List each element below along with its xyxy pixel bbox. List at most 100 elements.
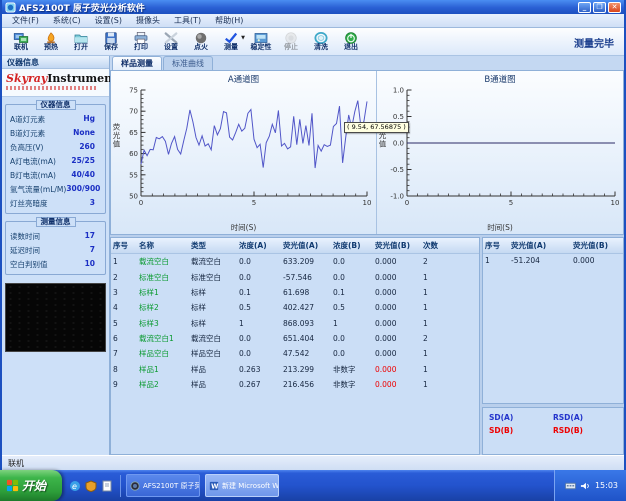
- cell-conc-b: 0.0: [331, 331, 373, 346]
- toolbar-button-打印[interactable]: 打印: [126, 29, 156, 55]
- brand-tagline: [6, 86, 98, 90]
- field-label: B道灯元素: [10, 128, 45, 139]
- minimize-button[interactable]: _: [578, 2, 591, 13]
- cell-type: 载流空白: [189, 331, 237, 346]
- instrument-info-group: 仪器信息 A道灯元素HgB道灯元素None负高压(V)260A灯电流(mA)25…: [5, 104, 106, 214]
- cell-fluor-b: 0.000: [373, 346, 421, 361]
- cell-conc-b: 0.1: [331, 285, 373, 300]
- cell-times: 1: [421, 377, 479, 392]
- field-label: 延迟时间: [10, 245, 40, 256]
- table-row[interactable]: 8样品1样品0.263213.299非数字0.0001: [111, 362, 479, 377]
- toolbar-button-label: 稳定性: [251, 44, 272, 51]
- svg-text:W: W: [211, 482, 219, 490]
- toolbar-button-打开[interactable]: 打开: [66, 29, 96, 55]
- app-window: AFS2100T 原子荧光分析软件 _ ❐ ✕ 文件(F)系统(C)设置(S)摄…: [0, 0, 626, 470]
- cell-conc-a: 0.267: [237, 377, 281, 392]
- table-row[interactable]: 9样品2样品0.267216.456非数字0.0001: [111, 377, 479, 392]
- table-row[interactable]: 2标准空白标准空白0.0-57.5460.00.0001: [111, 269, 479, 284]
- ie-icon[interactable]: e: [69, 480, 81, 492]
- charts-row: A通道图 荧光值 5055606570750510 时间(S) B通道图 荧光值…: [110, 70, 624, 235]
- cell-fluor-b: 0.000: [373, 254, 421, 270]
- menu-item[interactable]: 帮助(H): [209, 14, 249, 27]
- instrument-field: 氩气流量(mL/M)300/900: [9, 182, 102, 196]
- cell-type: 标样: [189, 300, 237, 315]
- cell-no: 7: [111, 346, 137, 361]
- sidebar-caption: 仪器信息: [2, 56, 109, 69]
- toolbar-button-设置[interactable]: 设置: [156, 29, 186, 55]
- status-bar: 联机: [2, 455, 624, 470]
- cell-fluor-a: 402.427: [281, 300, 331, 315]
- measure-state-text: 测量完毕: [574, 35, 614, 50]
- table-row[interactable]: 6载流空白1载流空白0.0651.4040.00.0002: [111, 331, 479, 346]
- results-column-header: 荧光值(B): [373, 238, 421, 254]
- taskbar-task-button[interactable]: AFS2100T 原子荧光: [126, 474, 200, 497]
- field-label: B灯电流(mA): [10, 170, 56, 181]
- toolbar-button-label: 保存: [104, 44, 118, 51]
- toolbar-button-清洗[interactable]: 清洗: [306, 29, 336, 55]
- table-row[interactable]: 7样品空白样品空白0.047.5420.00.0001: [111, 346, 479, 361]
- menu-bar: 文件(F)系统(C)设置(S)摄像头工具(T)帮助(H): [2, 14, 624, 28]
- toolbar-button-联机[interactable]: 联机: [6, 29, 36, 55]
- menu-item[interactable]: 工具(T): [168, 14, 207, 27]
- toolbar-button-label: 设置: [164, 44, 178, 51]
- field-value: 17: [85, 231, 101, 242]
- table-row[interactable]: 1载流空白载流空白0.0633.2090.00.0002: [111, 254, 479, 270]
- document-icon[interactable]: [101, 480, 113, 492]
- close-button[interactable]: ✕: [608, 2, 621, 13]
- maximize-button[interactable]: ❐: [593, 2, 606, 13]
- cell-type: 载流空白: [189, 254, 237, 270]
- taskbar-task-button[interactable]: W新建 Microsoft W...: [205, 474, 279, 497]
- menu-item[interactable]: 系统(C): [47, 14, 87, 27]
- cell-conc-a: 0.0: [237, 331, 281, 346]
- chart-b-xlabel: 时间(S): [377, 222, 623, 233]
- menu-item[interactable]: 文件(F): [6, 14, 45, 27]
- field-value: 3: [90, 198, 101, 209]
- tab-样品测量[interactable]: 样品测量: [112, 56, 162, 70]
- chart-b-plot: -1.0-0.50.00.51.00510: [377, 84, 623, 222]
- toolbar-button-点火[interactable]: 点火: [186, 29, 216, 55]
- menu-item[interactable]: 设置(S): [89, 14, 128, 27]
- cell-no: 9: [111, 377, 137, 392]
- cell-type: 标样: [189, 285, 237, 300]
- toolbar-button-稳定性[interactable]: 稳定性: [246, 29, 276, 55]
- table-row[interactable]: 5标样3标样1868.09310.0001: [111, 316, 479, 331]
- toolbar-button-预热[interactable]: 预热: [36, 29, 66, 55]
- cell-conc-b: 0.5: [331, 300, 373, 315]
- cell-fluor-b: 0.000: [373, 285, 421, 300]
- measure-field: 延迟时间7: [9, 243, 102, 257]
- cell-fluor-b: 0.000: [373, 331, 421, 346]
- shield-icon[interactable]: [85, 480, 97, 492]
- cell-type: 样品空白: [189, 346, 237, 361]
- toolbar-button-label: 停止: [284, 44, 298, 51]
- speaker-icon[interactable]: [580, 481, 591, 491]
- keyboard-icon[interactable]: [565, 481, 576, 491]
- toolbar-button-测量[interactable]: ▼测量: [216, 29, 246, 55]
- data-point-tooltip: ( 9.54, 67.56875 ): [344, 122, 409, 133]
- toolbar-button-退出[interactable]: 退出: [336, 29, 366, 55]
- chart-channel-b: B通道图 荧光值 -1.0-0.50.00.51.00510 时间(S): [377, 71, 623, 234]
- cell-name: 样品1: [137, 362, 189, 377]
- stat-SD(A): SD(A): [489, 413, 553, 426]
- stat-RSD(A): RSD(A): [553, 413, 617, 426]
- toolbar-button-label: 点火: [194, 44, 208, 51]
- svg-text:1.0: 1.0: [393, 87, 404, 95]
- tab-标准曲线[interactable]: 标准曲线: [163, 56, 213, 70]
- toolbar-button-label: 打开: [74, 44, 88, 51]
- main-content: 样品测量标准曲线 A通道图 荧光值 5055606570750510 时间(S)…: [110, 56, 624, 455]
- cell-times: 1: [421, 285, 479, 300]
- channel-row[interactable]: 1-51.2040.000: [483, 254, 623, 268]
- svg-text:55: 55: [129, 171, 138, 179]
- cell-no: 4: [111, 300, 137, 315]
- chart-a-title: A通道图: [111, 71, 376, 84]
- table-row[interactable]: 3标样1标样0.161.6980.10.0001: [111, 285, 479, 300]
- cell-times: 1: [421, 316, 479, 331]
- svg-text:75: 75: [129, 87, 138, 95]
- cell-name: 标样2: [137, 300, 189, 315]
- field-value: 40/40: [71, 170, 101, 181]
- cell-conc-b: 非数字: [331, 362, 373, 377]
- table-row[interactable]: 4标样2标样0.5402.4270.50.0001: [111, 300, 479, 315]
- dropdown-arrow-icon[interactable]: ▼: [241, 35, 245, 41]
- start-button[interactable]: 开始: [0, 470, 62, 501]
- toolbar-button-保存[interactable]: 保存: [96, 29, 126, 55]
- menu-item[interactable]: 摄像头: [130, 14, 166, 27]
